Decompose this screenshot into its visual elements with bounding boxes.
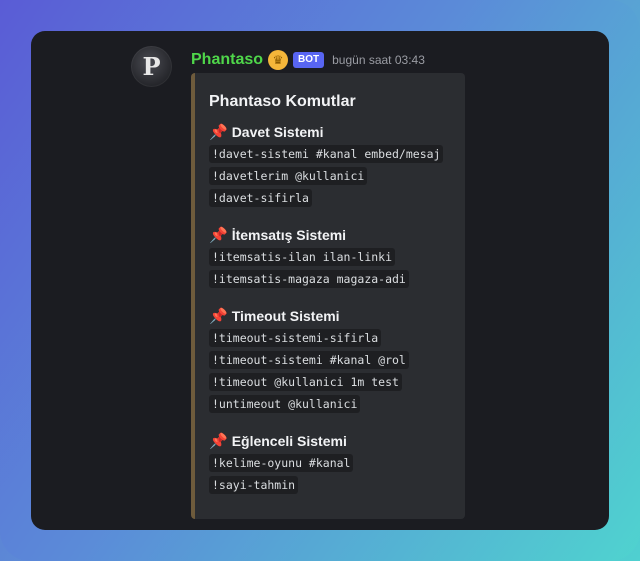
- section-title-text: Davet Sistemi: [231, 124, 324, 140]
- command-code: !davet-sistemi #kanal embed/mesaj: [209, 145, 444, 163]
- embed-section: 📌 Eğlenceli Sistemi !kelime-oyunu #kanal…: [209, 431, 451, 496]
- command-code: !davetlerim @kullanici: [209, 167, 368, 185]
- command-code: !itemsatis-magaza magaza-adi: [209, 270, 409, 288]
- message-timestamp: bugün saat 03:43: [332, 53, 425, 67]
- background-frame: P Phantaso ♛ BOT bugün saat 03:43 Phanta…: [0, 0, 640, 561]
- embed-title: Phantaso Komutlar: [209, 93, 356, 110]
- avatar[interactable]: P: [131, 46, 172, 87]
- section-title: 📌 Davet Sistemi: [209, 122, 451, 142]
- command-code: !timeout-sistemi-sifirla: [209, 329, 382, 347]
- command-code: !davet-sifirla: [209, 189, 312, 207]
- pushpin-icon: 📌: [209, 308, 228, 325]
- chat-window: P Phantaso ♛ BOT bugün saat 03:43 Phanta…: [31, 31, 609, 530]
- pushpin-icon: 📌: [209, 433, 228, 450]
- section-title: 📌 Timeout Sistemi: [209, 306, 451, 326]
- embed-card: Phantaso Komutlar 📌 Davet Sistemi !davet…: [191, 73, 465, 519]
- section-title-text: Timeout Sistemi: [231, 308, 340, 324]
- avatar-letter: P: [142, 52, 161, 81]
- embed-section: 📌 Davet Sistemi !davet-sistemi #kanal em…: [209, 122, 451, 209]
- bot-badge: BOT: [293, 52, 325, 68]
- command-code: !untimeout @kullanici: [209, 395, 361, 413]
- pushpin-icon: 📌: [209, 124, 228, 141]
- command-code: !itemsatis-ilan ilan-linki: [209, 248, 396, 266]
- pushpin-icon: 📌: [209, 227, 228, 244]
- crown-icon: ♛: [268, 50, 289, 70]
- section-title-text: Eğlenceli Sistemi: [231, 433, 347, 449]
- embed-section: 📌 Timeout Sistemi !timeout-sistemi-sifir…: [209, 306, 451, 415]
- username[interactable]: Phantaso: [191, 51, 263, 69]
- section-title: 📌 İtemsatış Sistemi: [209, 225, 451, 245]
- section-title: 📌 Eğlenceli Sistemi: [209, 431, 451, 451]
- command-code: !kelime-oyunu #kanal: [209, 454, 354, 472]
- command-code: !sayi-tahmin: [209, 476, 299, 494]
- embed-section: 📌 İtemsatış Sistemi !itemsatis-ilan ilan…: [209, 225, 451, 290]
- command-code: !timeout @kullanici 1m test: [209, 373, 402, 391]
- command-code: !timeout-sistemi #kanal @rol: [209, 351, 409, 369]
- section-title-text: İtemsatış Sistemi: [231, 227, 347, 243]
- message-header: Phantaso ♛ BOT bugün saat 03:43: [191, 49, 425, 71]
